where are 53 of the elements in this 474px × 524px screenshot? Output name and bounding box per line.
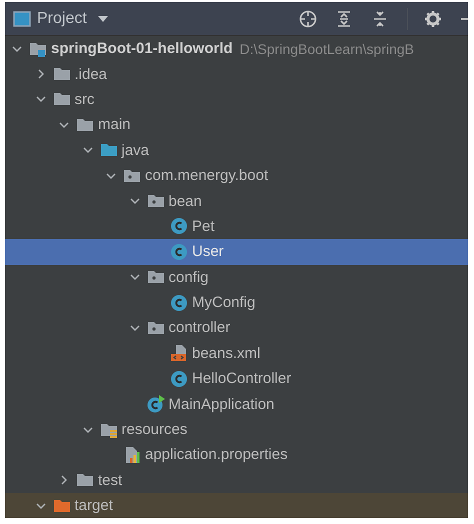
item-name: .idea [74,66,108,83]
tree-row[interactable]: src [5,86,468,112]
tree-row[interactable]: MyConfig [5,290,468,316]
tree-row[interactable]: controller [5,315,468,341]
dropdown-caret-icon[interactable] [96,14,109,24]
item-name: bean [168,192,202,210]
tree-row[interactable]: test [5,468,468,494]
item-name: java [122,142,150,159]
item-name: com.menergy.boot [145,167,268,184]
tree-row[interactable]: main [5,112,468,138]
tree-row[interactable]: bean [5,188,468,214]
item-name: User [192,243,224,260]
properties-file-icon [123,446,141,464]
item-name: MainApplication [168,396,274,413]
tree-row[interactable]: java [5,138,468,163]
item-name: main [98,116,131,134]
tree-row[interactable]: beans.xml [5,340,468,366]
tree-row[interactable]: com.menergy.boot [5,162,468,188]
tree-row[interactable]: .idea [5,61,468,87]
item-path: D:\SpringBootLearn\springB [240,40,414,57]
item-name: MyConfig [192,294,256,312]
tree-row[interactable]: resources [5,416,468,442]
item-name: beans.xml [192,344,260,362]
item-name: Pet [192,218,215,235]
collapse-all-icon[interactable] [371,10,389,28]
locate-icon[interactable] [299,10,317,28]
item-name: src [74,90,94,108]
item-name: target [74,497,113,514]
tree-row[interactable]: User [5,239,468,265]
tree-row[interactable]: target [5,493,468,518]
item-name: controller [168,319,230,336]
class-icon [170,217,188,236]
tree-row[interactable]: MainApplication [5,391,468,417]
class-icon [170,242,188,261]
tree-row[interactable]: application.properties [5,442,468,468]
item-name: resources [122,421,188,438]
panel-title[interactable]: Project [37,10,87,28]
item-name: application.properties [145,446,288,464]
class-icon [170,370,188,388]
tree-row[interactable]: springBoot-01-helloworld D:\SpringBootLearn\springB [5,36,468,62]
item-name: config [168,268,209,286]
item-name: springBoot-01-helloworld [51,40,233,58]
main-class-icon [146,395,164,414]
window-icon [13,10,31,28]
xml-file-icon [170,344,188,362]
settings-icon[interactable] [424,10,442,28]
tree-row[interactable]: config [5,264,468,290]
tree-row[interactable]: Pet [5,214,468,240]
class-icon [170,294,188,312]
item-name: HelloController [192,370,292,388]
item-name: test [98,472,122,489]
expand-all-icon[interactable] [335,10,353,28]
tree-row[interactable]: HelloController [5,366,468,392]
